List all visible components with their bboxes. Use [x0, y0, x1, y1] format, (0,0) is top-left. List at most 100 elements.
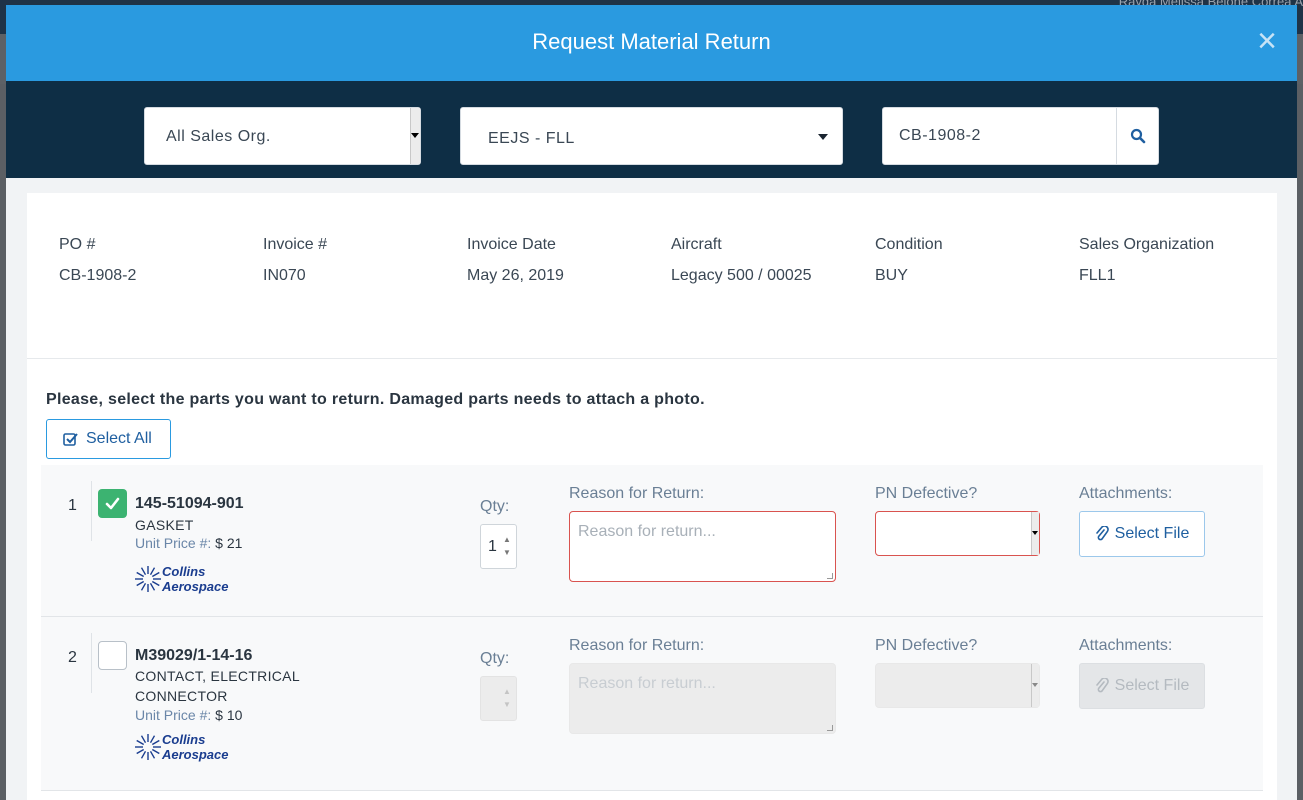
paperclip-icon [1095, 678, 1109, 693]
chevron-down-icon: ▼ [503, 548, 511, 557]
info-label: Invoice Date [467, 236, 556, 253]
check-icon [105, 497, 120, 510]
qty-value: 1 [488, 538, 497, 555]
collins-aerospace-logo: Collins Aerospace [135, 732, 228, 762]
info-condition: Condition BUY [875, 236, 943, 285]
select-file-button[interactable]: Select File [1079, 663, 1205, 709]
po-search [882, 107, 1159, 165]
reason-placeholder: Reason for return... [578, 675, 716, 692]
order-info: PO # CB-1908-2 Invoice # IN070 Invoice D… [27, 193, 1277, 359]
reason-textarea[interactable]: Reason for return... [569, 663, 836, 734]
reason-textarea[interactable]: Reason for return... [569, 511, 836, 582]
instructions-text: Please, select the parts you want to ret… [46, 391, 705, 408]
modal-title: Request Material Return [532, 29, 771, 54]
info-label: Aircraft [671, 236, 722, 253]
select-all-button[interactable]: Select All [46, 419, 171, 459]
info-value: Legacy 500 / 00025 [671, 267, 812, 284]
info-label: Invoice # [263, 236, 328, 253]
search-icon [1130, 128, 1145, 144]
brand-logo: Collins Aerospace [135, 563, 233, 600]
row-divider [91, 481, 92, 541]
defective-label: PN Defective? [875, 485, 978, 502]
unit-price-label: Unit Price #: [135, 707, 212, 723]
part-row: 2 M39029/1-14-16 CONTACT, ELECTRICAL CON… [41, 617, 1263, 791]
unit-price: Unit Price #: $ 21 [135, 535, 242, 551]
part-description: CONTACT, ELECTRICAL [135, 668, 300, 684]
svg-text:Collins: Collins [162, 732, 205, 747]
reason-label: Reason for Return: [569, 637, 705, 654]
organization-select[interactable]: EEJS - FLL [460, 107, 843, 165]
chevron-down-icon: ▼ [503, 700, 511, 709]
info-value: CB-1908-2 [59, 267, 137, 284]
part-row: 1 145-51094-901 GASKET Unit Price #: $ 2… [41, 465, 1263, 617]
caret-down-icon [411, 133, 419, 138]
caret-down-icon [818, 134, 828, 140]
qty-spinner[interactable]: ▲ ▼ [502, 535, 512, 557]
return-card: PO # CB-1908-2 Invoice # IN070 Invoice D… [27, 193, 1277, 800]
sales-org-value: All Sales Org. [166, 128, 271, 145]
paperclip-icon [1095, 526, 1109, 541]
attachments-label: Attachments: [1079, 485, 1173, 502]
info-label: Sales Organization [1079, 236, 1215, 253]
info-label: Condition [875, 236, 943, 253]
resize-handle-icon [827, 725, 833, 731]
info-po: PO # CB-1908-2 [59, 236, 136, 285]
part-number: 145-51094-901 [135, 495, 244, 512]
select-all-label: Select All [86, 430, 152, 447]
reason-placeholder: Reason for return... [578, 523, 716, 540]
select-file-label: Select File [1114, 525, 1190, 542]
unit-price-value: $ 21 [215, 535, 243, 551]
defective-select[interactable] [875, 663, 1040, 708]
modal-header: Request Material Return × [6, 5, 1297, 81]
svg-text:Aerospace: Aerospace [161, 579, 228, 594]
caret-down-icon [1032, 683, 1038, 687]
search-button[interactable] [1116, 108, 1158, 164]
brand-logo: Collins Aerospace [135, 731, 233, 768]
info-sales-organization: Sales Organization FLL1 [1079, 236, 1214, 285]
organization-value: EEJS - FLL [488, 130, 575, 147]
background-strip-right [1297, 84, 1303, 800]
unit-price-label: Unit Price #: [135, 535, 212, 551]
row-number: 2 [68, 649, 77, 666]
info-label: PO # [59, 236, 96, 253]
part-checkbox[interactable] [98, 489, 127, 518]
request-return-modal: Request Material Return × All Sales Org.… [6, 5, 1297, 800]
part-checkbox[interactable] [98, 641, 127, 670]
qty-input[interactable]: 1 ▲ ▼ [480, 524, 517, 569]
part-number: M39029/1-14-16 [135, 647, 253, 664]
unit-price-value: $ 10 [215, 707, 243, 723]
select-file-button[interactable]: Select File [1079, 511, 1205, 557]
check-square-icon [63, 432, 78, 446]
chevron-up-icon: ▲ [503, 687, 511, 696]
collins-aerospace-logo: Collins Aerospace [135, 564, 228, 594]
svg-text:Collins: Collins [162, 564, 205, 579]
defective-label: PN Defective? [875, 637, 978, 654]
row-divider [91, 633, 92, 693]
caret-down-icon [1032, 531, 1038, 535]
part-description: GASKET [135, 517, 194, 533]
info-invoice: Invoice # IN070 [263, 236, 327, 285]
sales-org-select[interactable]: All Sales Org. [144, 107, 421, 165]
reason-label: Reason for Return: [569, 485, 705, 502]
info-value: FLL1 [1079, 267, 1116, 284]
row-number: 1 [68, 497, 77, 514]
info-value: May 26, 2019 [467, 267, 564, 284]
chevron-up-icon: ▲ [503, 535, 511, 544]
info-value: BUY [875, 267, 908, 284]
qty-label: Qty: [480, 498, 510, 515]
info-aircraft: Aircraft Legacy 500 / 00025 [671, 236, 812, 285]
resize-handle-icon [827, 573, 833, 579]
part-description: CONNECTOR [135, 688, 228, 704]
info-invoice-date: Invoice Date May 26, 2019 [467, 236, 564, 285]
attachments-label: Attachments: [1079, 637, 1173, 654]
filter-bar: All Sales Org. EEJS - FLL [6, 81, 1297, 178]
qty-input[interactable]: ▲ ▼ [480, 676, 517, 721]
qty-spinner[interactable]: ▲ ▼ [502, 687, 512, 709]
defective-select[interactable] [875, 511, 1040, 556]
po-search-input[interactable] [883, 108, 1117, 164]
info-value: IN070 [263, 267, 306, 284]
close-button[interactable]: × [1253, 24, 1281, 58]
unit-price: Unit Price #: $ 10 [135, 707, 242, 723]
qty-label: Qty: [480, 650, 510, 667]
svg-text:Aerospace: Aerospace [161, 747, 228, 762]
